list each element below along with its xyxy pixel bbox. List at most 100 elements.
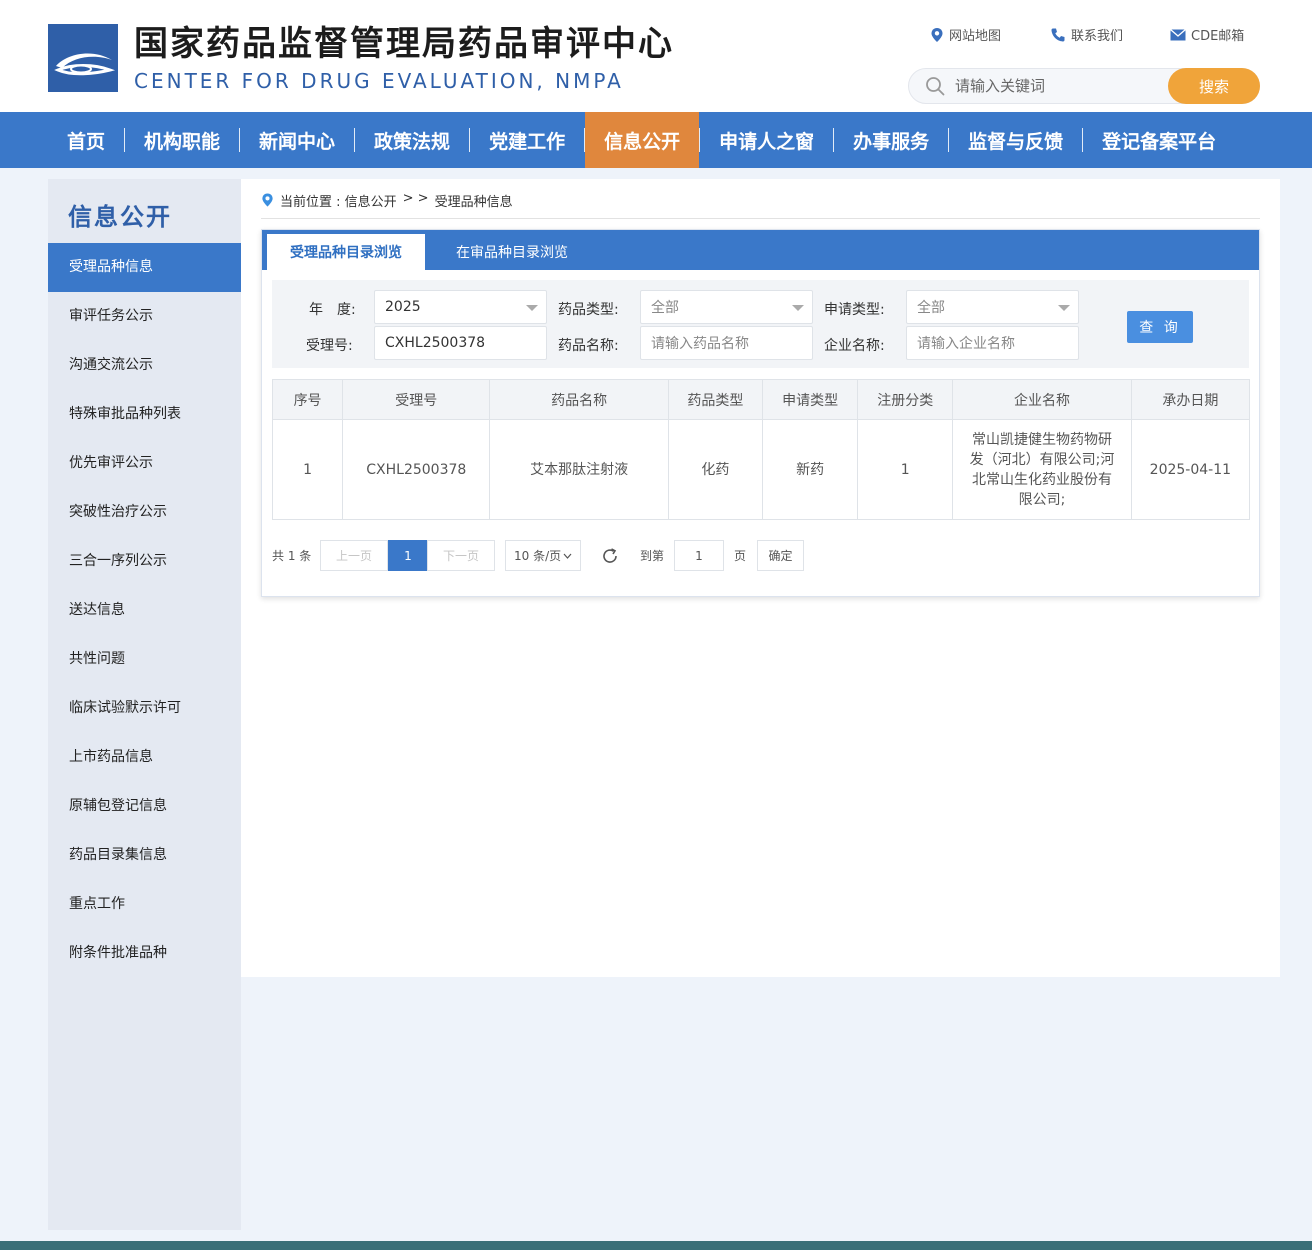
nav-item[interactable]: 党建工作 — [470, 112, 584, 168]
sidebar-item[interactable]: 审评任务公示 — [48, 292, 241, 341]
chevron-down-icon — [792, 305, 804, 311]
drug-type-label: 药品类型: — [558, 302, 619, 318]
refresh-icon — [603, 547, 617, 563]
next-page-button[interactable]: 下一页 — [427, 540, 495, 571]
nav-item[interactable]: 新闻中心 — [240, 112, 354, 168]
apply-type-label: 申请类型: — [824, 302, 885, 318]
sidebar-item[interactable]: 送达信息 — [48, 586, 241, 635]
main-content: 当前位置 : 信息公开 > > 受理品种信息 受理品种目录浏览 在审品种目录浏览… — [241, 179, 1280, 977]
sidebar-item[interactable]: 共性问题 — [48, 635, 241, 684]
column-header[interactable]: 受理号 — [342, 379, 491, 420]
mail-label: CDE邮箱 — [1191, 29, 1245, 44]
year-value: 2025 — [385, 299, 421, 315]
chevron-down-icon — [1058, 305, 1070, 311]
column-header[interactable]: 注册分类 — [857, 379, 954, 420]
column-header[interactable]: 药品名称 — [489, 379, 669, 420]
sidebar-item[interactable]: 特殊审批品种列表 — [48, 390, 241, 439]
tab-received-list[interactable]: 受理品种目录浏览 — [267, 234, 425, 270]
tab-in-review-list[interactable]: 在审品种目录浏览 — [437, 234, 587, 270]
page-suffix-label: 页 — [733, 549, 746, 563]
column-header[interactable]: 申请类型 — [761, 379, 859, 420]
nav-list: 首页 机构职能 新闻中心 政策法规 党建工作 信息公开 申请人之窗 办事服务 监督与反馈 登记备案… — [48, 112, 1235, 168]
table-cell: 化药 — [667, 419, 763, 520]
drug-name-label: 药品名称: — [558, 338, 619, 354]
table-row: 1 CXHL2500378 艾本那肽注射液 化药 新药 1 常山凯捷健生物药物研发（河北）有… — [271, 419, 1251, 520]
prev-page-button[interactable]: 上一页 — [320, 540, 388, 571]
query-panel: 受理品种目录浏览 在审品种目录浏览 年 度: 2025 药品类型: 全部 申请类… — [261, 229, 1260, 597]
site-header: 国家药品监督管理局药品审评中心 CENTER FOR DRUG EVALUATI… — [0, 0, 1312, 112]
drug-type-select[interactable]: 全部 — [640, 290, 813, 324]
location-pin-icon — [931, 27, 943, 42]
phone-icon — [1051, 28, 1065, 42]
column-header[interactable]: 药品类型 — [667, 379, 763, 420]
breadcrumb-prefix[interactable]: 当前位置 : 信息公开 — [280, 191, 397, 210]
accept-no-label: 受理号: — [306, 338, 353, 354]
accept-no-input[interactable]: CXHL2500378 — [374, 326, 547, 360]
sidebar-item[interactable]: 上市药品信息 — [48, 733, 241, 782]
company-name-input[interactable]: 请输入企业名称 — [906, 326, 1079, 360]
page-1-button[interactable]: 1 — [388, 540, 428, 571]
nav-item[interactable]: 登记备案平台 — [1083, 112, 1235, 168]
column-header[interactable]: 承办日期 — [1130, 379, 1251, 420]
search-box: 搜索 — [908, 68, 1260, 104]
breadcrumb: 当前位置 : 信息公开 > > 受理品种信息 — [261, 191, 1260, 219]
sitemap-label: 网站地图 — [949, 29, 1002, 44]
sidebar-item[interactable]: 附条件批准品种 — [48, 929, 241, 978]
sidebar-item[interactable]: 临床试验默示许可 — [48, 684, 241, 733]
mail-icon — [1170, 28, 1186, 40]
apply-type-select[interactable]: 全部 — [906, 290, 1079, 324]
nav-item[interactable]: 机构职能 — [125, 112, 239, 168]
mail-link[interactable]: CDE邮箱 — [1170, 25, 1244, 44]
nav-item[interactable]: 信息公开 — [585, 112, 700, 168]
sidebar-item[interactable]: 重点工作 — [48, 880, 241, 929]
search-input[interactable] — [953, 75, 1163, 97]
page-size-value: 10 条/页 — [514, 549, 562, 563]
drug-name-input[interactable]: 请输入药品名称 — [640, 326, 813, 360]
site-title: 国家药品监督管理局药品审评中心 — [134, 24, 674, 64]
nav-item[interactable]: 办事服务 — [834, 112, 948, 168]
nav-item[interactable]: 首页 — [48, 112, 124, 168]
sidebar-item[interactable]: 沟通交流公示 — [48, 341, 241, 390]
year-select[interactable]: 2025 — [374, 290, 547, 324]
page-size-select[interactable]: 10 条/页 — [505, 540, 581, 571]
column-header[interactable]: 序号 — [271, 379, 344, 420]
table-cell: CXHL2500378 — [342, 419, 491, 520]
table-body: 1 CXHL2500378 艾本那肽注射液 化药 新药 1 常山凯捷健生物药物研发（河北）有… — [271, 419, 1251, 520]
table-cell: 常山凯捷健生物药物研发（河北）有限公司;河北常山生化药业股份有限公司; — [952, 419, 1132, 520]
pagination: 共 1 条 上一页 1 下一页 10 条/页 到第 1 页 确定 — [272, 540, 832, 572]
site-subtitle: CENTER FOR DRUG EVALUATION, NMPA — [134, 69, 624, 93]
sidebar-title: 信息公开 — [68, 203, 172, 231]
sidebar-item[interactable]: 突破性治疗公示 — [48, 488, 241, 537]
sidebar-item[interactable]: 优先审评公示 — [48, 439, 241, 488]
sitemap-link[interactable]: 网站地图 — [930, 25, 1001, 44]
goto-page-input[interactable]: 1 — [674, 540, 724, 571]
sidebar-item[interactable]: 原辅包登记信息 — [48, 782, 241, 831]
sidebar-item[interactable]: 受理品种信息 — [48, 243, 241, 292]
column-header[interactable]: 企业名称 — [952, 379, 1132, 420]
sidebar-item[interactable]: 药品目录集信息 — [48, 831, 241, 880]
total-count: 共 1 条 — [272, 549, 312, 563]
year-label: 年 度: — [309, 302, 356, 318]
table-cell: 艾本那肽注射液 — [489, 419, 669, 520]
goto-confirm-button[interactable]: 确定 — [757, 540, 804, 571]
nav-item[interactable]: 申请人之窗 — [700, 112, 833, 168]
query-button[interactable]: 查 询 — [1127, 311, 1193, 343]
search-button[interactable]: 搜索 — [1168, 68, 1260, 104]
sidebar-item[interactable]: 三合一序列公示 — [48, 537, 241, 586]
footer-bar — [0, 1241, 1312, 1250]
main-nav: 首页 机构职能 新闻中心 政策法规 党建工作 信息公开 申请人之窗 办事服务 监督与反馈 登记备案… — [0, 112, 1312, 168]
nav-item[interactable]: 政策法规 — [355, 112, 469, 168]
location-pin-icon — [262, 193, 273, 207]
breadcrumb-current: 受理品种信息 — [434, 195, 513, 210]
contact-link[interactable]: 联系我们 — [1050, 25, 1123, 44]
refresh-button[interactable] — [598, 540, 622, 571]
goto-label: 到第 — [639, 549, 664, 563]
sidebar-menu: 受理品种信息 审评任务公示 沟通交流公示 特殊审批品种列表 优先审评公示 突破性治疗公示三… — [48, 243, 241, 978]
drug-type-value: 全部 — [651, 300, 679, 316]
results-table: 序号 受理号 药品名称 药品类型 申请类型 注册分类 企业名称 承办日期 1 CXHL25003… — [271, 379, 1251, 520]
table-cell: 1 — [271, 419, 344, 520]
nav-item[interactable]: 监督与反馈 — [949, 112, 1082, 168]
breadcrumb-separator: > > — [402, 191, 429, 206]
sidebar: 信息公开 受理品种信息 审评任务公示 沟通交流公示 特殊审批品种列表 优先审评公示 突破性… — [48, 179, 241, 1230]
site-logo[interactable] — [48, 24, 118, 92]
